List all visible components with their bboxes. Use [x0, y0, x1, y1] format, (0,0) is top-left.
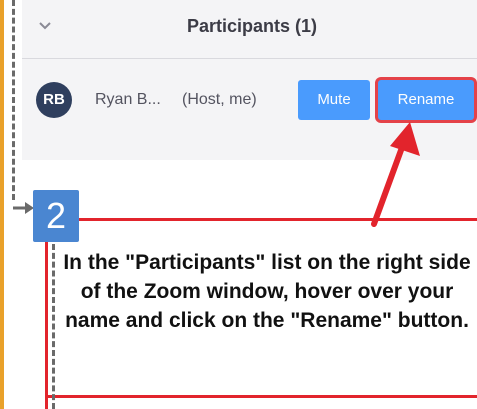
rename-button[interactable]: Rename: [378, 80, 474, 120]
participant-name: Ryan B...: [95, 91, 161, 108]
callout-border-top: [79, 218, 477, 221]
instruction-text: In the "Participants" list on the right …: [63, 251, 471, 332]
guide-dashed-line: [12, 0, 15, 200]
avatar: RB: [36, 82, 72, 118]
guide-dashed-line-lower: [52, 244, 55, 409]
panel-header: Participants (1): [22, 0, 477, 59]
participant-role: (Host, me): [182, 91, 257, 108]
chevron-down-icon[interactable]: [36, 16, 54, 34]
mute-button[interactable]: Mute: [298, 80, 370, 120]
accent-bar: [0, 0, 4, 409]
tutorial-step-image: Participants (1) RB Ryan B... (Host, me)…: [0, 0, 477, 409]
pointer-arrow-icon: [371, 122, 420, 227]
panel-title: Participants (1): [187, 16, 318, 36]
callout-border-left: [45, 242, 48, 409]
callout-border-bottom: [45, 395, 477, 398]
step-number-badge: 2: [33, 190, 79, 242]
guide-arrow-icon: [13, 202, 34, 214]
